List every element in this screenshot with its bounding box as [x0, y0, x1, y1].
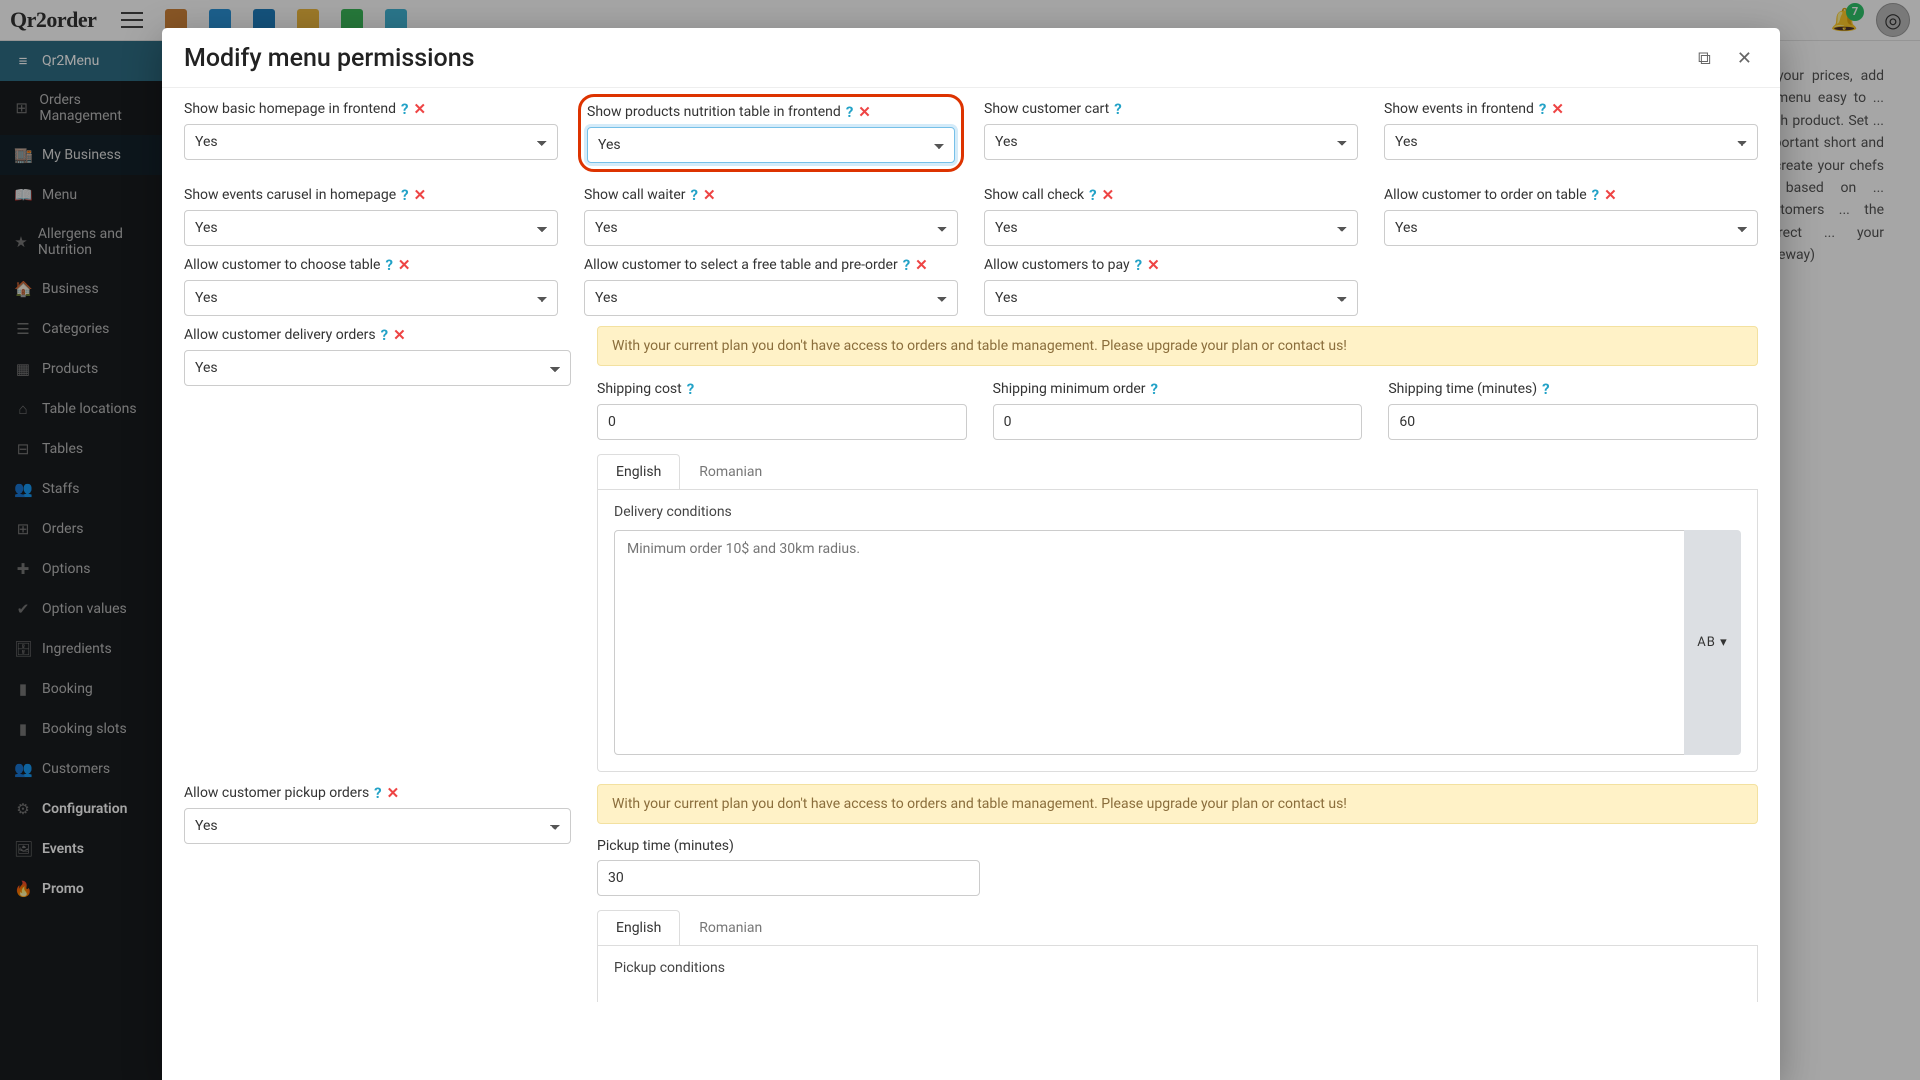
help-icon[interactable]: ? [687, 380, 694, 398]
remove-icon[interactable]: ✕ [703, 186, 716, 204]
field-label: Show events in frontend [1384, 101, 1534, 117]
close-icon[interactable]: ✕ [1731, 46, 1758, 71]
field-label: Show customer cart [984, 101, 1109, 117]
tab-romanian[interactable]: Romanian [680, 910, 781, 945]
field-label: Shipping time (minutes) [1388, 381, 1537, 397]
remove-icon[interactable]: ✕ [387, 784, 400, 802]
field-label: Show basic homepage in frontend [184, 101, 396, 117]
input-shipping-min-order[interactable] [993, 404, 1363, 440]
select-allow-order-on-table[interactable]: Yes [1384, 210, 1758, 246]
tab-romanian[interactable]: Romanian [680, 454, 781, 489]
input-pickup-time[interactable] [597, 860, 980, 896]
modal-title: Modify menu permissions [184, 44, 475, 73]
editor-toggle[interactable]: AB ▾ [1684, 530, 1741, 755]
help-icon[interactable]: ? [1151, 380, 1158, 398]
remove-icon[interactable]: ✕ [1147, 256, 1160, 274]
textarea-delivery-conditions[interactable] [614, 530, 1688, 755]
remove-icon[interactable]: ✕ [414, 186, 427, 204]
help-icon[interactable]: ? [374, 784, 381, 802]
field-label: Show products nutrition table in fronten… [587, 104, 841, 120]
remove-icon[interactable]: ✕ [915, 256, 928, 274]
field-label: Shipping cost [597, 381, 682, 397]
field-label: Allow customer to choose table [184, 257, 380, 273]
select-show-call-check[interactable]: Yes [984, 210, 1358, 246]
field-label: Show call check [984, 187, 1084, 203]
select-allow-free-table-preorder[interactable]: Yes [584, 280, 958, 316]
select-allow-choose-table[interactable]: Yes [184, 280, 558, 316]
select-show-nutrition-table[interactable]: Yes [587, 127, 955, 163]
field-label: Allow customer pickup orders [184, 785, 369, 801]
help-icon[interactable]: ? [1089, 186, 1096, 204]
remove-icon[interactable]: ✕ [1604, 186, 1617, 204]
help-icon[interactable]: ? [1135, 256, 1142, 274]
field-label: Delivery conditions [614, 504, 1741, 520]
remove-icon[interactable]: ✕ [858, 103, 871, 121]
remove-icon[interactable]: ✕ [413, 100, 426, 118]
field-label: Allow customers to pay [984, 257, 1130, 273]
highlight-box: Show products nutrition table in fronten… [578, 94, 964, 172]
field-label: Pickup conditions [614, 960, 1741, 976]
remove-icon[interactable]: ✕ [1551, 100, 1564, 118]
help-icon[interactable]: ? [385, 256, 392, 274]
select-show-events-carusel[interactable]: Yes [184, 210, 558, 246]
help-icon[interactable]: ? [381, 326, 388, 344]
plan-upgrade-alert: With your current plan you don't have ac… [597, 784, 1758, 824]
select-allow-pickup-orders[interactable]: Yes [184, 808, 571, 844]
select-show-events-frontend[interactable]: Yes [1384, 124, 1758, 160]
copy-icon[interactable]: ⧉ [1692, 46, 1717, 71]
field-label: Allow customer delivery orders [184, 327, 376, 343]
remove-icon[interactable]: ✕ [393, 326, 406, 344]
input-shipping-cost[interactable] [597, 404, 967, 440]
field-label: Pickup time (minutes) [597, 838, 734, 854]
help-icon[interactable]: ? [691, 186, 698, 204]
plan-upgrade-alert: With your current plan you don't have ac… [597, 326, 1758, 366]
tab-english[interactable]: English [597, 910, 680, 945]
field-label: Shipping minimum order [993, 381, 1146, 397]
field-label: Allow customer to select a free table an… [584, 257, 898, 273]
help-icon[interactable]: ? [401, 186, 408, 204]
select-allow-delivery-orders[interactable]: Yes [184, 350, 571, 386]
field-label: Show events carusel in homepage [184, 187, 396, 203]
remove-icon[interactable]: ✕ [1102, 186, 1115, 204]
remove-icon[interactable]: ✕ [398, 256, 411, 274]
help-icon[interactable]: ? [903, 256, 910, 274]
modal-modify-menu-permissions: Modify menu permissions ⧉ ✕ Show basic h… [162, 28, 1780, 1080]
field-label: Show call waiter [584, 187, 686, 203]
select-show-basic-homepage[interactable]: Yes [184, 124, 558, 160]
help-icon[interactable]: ? [1539, 100, 1546, 118]
help-icon[interactable]: ? [1592, 186, 1599, 204]
help-icon[interactable]: ? [1542, 380, 1549, 398]
select-show-customer-cart[interactable]: Yes [984, 124, 1358, 160]
help-icon[interactable]: ? [846, 103, 853, 121]
tab-english[interactable]: English [597, 454, 680, 489]
field-label: Allow customer to order on table [1384, 187, 1587, 203]
select-show-call-waiter[interactable]: Yes [584, 210, 958, 246]
help-icon[interactable]: ? [401, 100, 408, 118]
help-icon[interactable]: ? [1114, 100, 1121, 118]
input-shipping-time[interactable] [1388, 404, 1758, 440]
select-allow-customers-pay[interactable]: Yes [984, 280, 1358, 316]
